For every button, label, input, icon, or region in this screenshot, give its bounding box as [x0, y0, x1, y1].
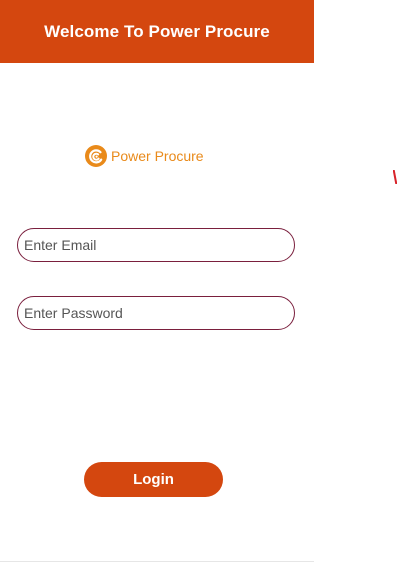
email-input[interactable] — [17, 228, 295, 262]
edge-mark-icon — [393, 170, 397, 184]
bottom-divider — [0, 561, 314, 562]
brand-logo: Power Procure — [84, 143, 204, 169]
logo-text: Power Procure — [111, 148, 204, 164]
page-title: Welcome To Power Procure — [44, 21, 270, 41]
login-panel: Welcome To Power Procure Power Procure L… — [0, 0, 314, 563]
app-screen: Welcome To Power Procure Power Procure L… — [0, 0, 400, 563]
password-input[interactable] — [17, 296, 295, 330]
power-procure-logo-icon — [85, 145, 107, 167]
header-bar: Welcome To Power Procure — [0, 0, 314, 63]
login-button[interactable]: Login — [84, 462, 223, 497]
